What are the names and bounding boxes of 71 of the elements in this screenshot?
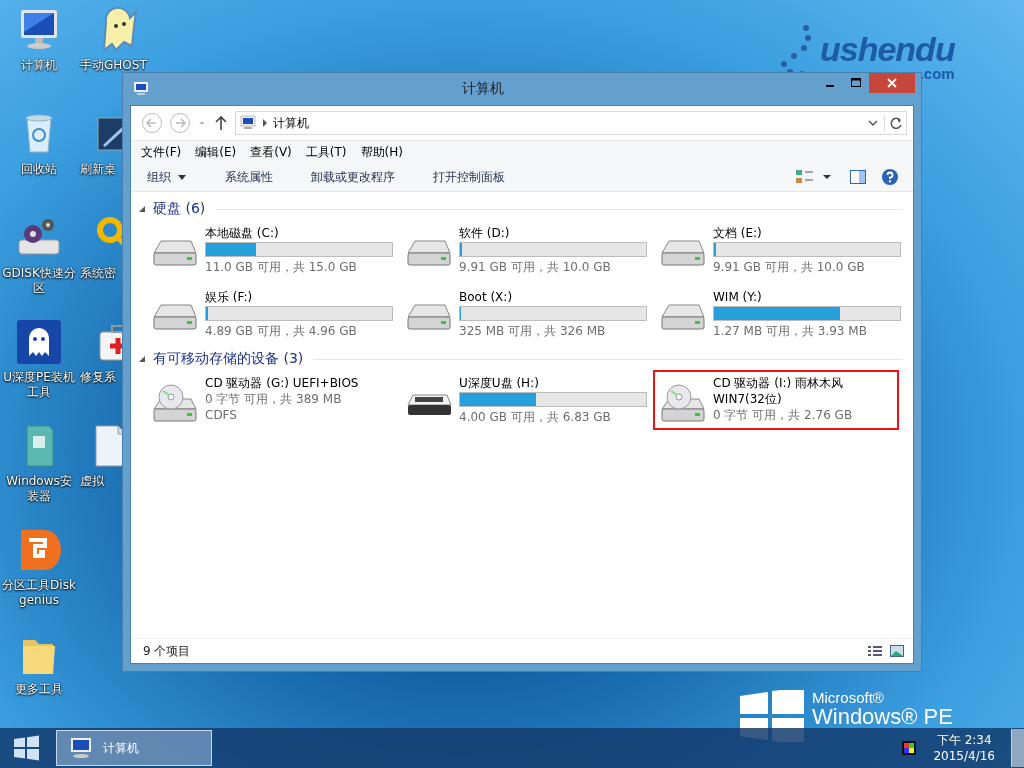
ghost-icon	[15, 318, 63, 366]
drive-name: 娱乐 (F:)	[205, 289, 254, 305]
collapse-triangle-icon[interactable]	[137, 204, 147, 214]
desktop-shortcut[interactable]: 分区工具Diskgenius	[0, 526, 78, 608]
drive-capacity: 0 字节 可用，共 389 MB	[205, 391, 343, 407]
desktop-shortcut[interactable]: 系统密	[78, 214, 122, 281]
section-header[interactable]: 硬盘 (6)	[153, 200, 206, 218]
drive-capacity: 1.27 MB 可用，共 3.93 MB	[713, 323, 868, 339]
optical-drive-icon	[151, 383, 199, 423]
desktop-shortcut[interactable]: Windows安装器	[0, 422, 78, 504]
drive-name: CD 驱动器 (I:) 雨林木风WIN7(32位)	[713, 375, 844, 407]
drive-name: Boot (X:)	[459, 289, 514, 305]
document-icon	[94, 422, 122, 470]
collapse-triangle-icon[interactable]	[137, 354, 147, 364]
vendor-text: Microsoft®	[812, 690, 885, 706]
file-system: CDFS	[205, 407, 238, 423]
color-palette-icon[interactable]	[901, 740, 918, 756]
taskbar-button[interactable]: 计算机	[56, 730, 212, 766]
drive-item[interactable]: U深度U盘 (H:) 4.00 GB 可用，共 6.83 GB	[399, 370, 653, 430]
drive-item[interactable]: 文档 (E:) 9.91 GB 可用，共 10.0 GB	[653, 220, 907, 280]
drive-capacity: 4.89 GB 可用，共 4.96 GB	[205, 323, 358, 339]
address-field[interactable]: 计算机	[235, 111, 907, 135]
address-path: 计算机	[273, 114, 309, 132]
drive-name: 软件 (D:)	[459, 225, 511, 241]
clock-time[interactable]: 下午 2:34	[936, 732, 992, 748]
menu-item[interactable]: 查看(V)	[250, 143, 292, 161]
drive-capacity: 325 MB 可用，共 326 MB	[459, 323, 607, 339]
drive-capacity: 0 字节 可用，共 2.76 GB	[713, 407, 854, 423]
desktop-shortcut[interactable]: 虚拟	[78, 422, 122, 489]
drive-capacity: 11.0 GB 可用，共 15.0 GB	[205, 259, 358, 275]
drive-item[interactable]: WIM (Y:) 1.27 MB 可用，共 3.93 MB	[653, 284, 907, 344]
drive-item[interactable]: 软件 (D:) 9.91 GB 可用，共 10.0 GB	[399, 220, 653, 280]
help-icon[interactable]	[881, 168, 899, 186]
desktop-shortcut[interactable]: U深度PE装机工具	[0, 318, 78, 400]
computer-icon	[133, 81, 149, 97]
drive-name: 文档 (E:)	[713, 225, 763, 241]
close-icon[interactable]	[869, 73, 915, 93]
brand-name: ushendu	[820, 32, 955, 66]
drive-item[interactable]: 娱乐 (F:) 4.89 GB 可用，共 4.96 GB	[145, 284, 399, 344]
toolbar-button[interactable]: 系统属性	[217, 166, 281, 188]
menu-item[interactable]: 编辑(E)	[195, 143, 237, 161]
section-header[interactable]: 有可移动存储的设备 (3)	[153, 350, 304, 368]
computer-icon	[239, 115, 257, 131]
preview-pane-icon[interactable]	[849, 168, 867, 186]
caret-icon	[177, 173, 187, 181]
drive-name: WIM (Y:)	[713, 289, 763, 305]
drive-name: CD 驱动器 (G:) UEFI+BIOS	[205, 375, 360, 391]
optical-drive-icon	[659, 383, 707, 423]
menu-item[interactable]: 工具(T)	[305, 143, 347, 161]
drive-capacity: 9.91 GB 可用，共 10.0 GB	[713, 259, 866, 275]
window-title: 计算机	[461, 80, 505, 98]
clock-date[interactable]: 2015/4/16	[933, 748, 995, 764]
toolbar-button[interactable]: 卸载或更改程序	[303, 166, 403, 188]
drive-item[interactable]: 本地磁盘 (C:) 11.0 GB 可用，共 15.0 GB	[145, 220, 399, 280]
details-view-icon[interactable]	[867, 644, 883, 658]
drive-capacity: 4.00 GB 可用，共 6.83 GB	[459, 409, 612, 425]
toolbar-button[interactable]: 打开控制面板	[425, 166, 513, 188]
menu-item[interactable]: 文件(F)	[141, 143, 182, 161]
drive-name: 本地磁盘 (C:)	[205, 225, 280, 241]
large-icons-view-icon[interactable]	[889, 644, 905, 658]
toolbar-button[interactable]: 组织	[139, 166, 195, 188]
drive-name: U深度U盘 (H:)	[459, 375, 540, 391]
desktop-shortcut[interactable]: GDISK快速分区	[0, 214, 78, 296]
product-name: Windows® PE	[812, 706, 953, 728]
drive-capacity: 9.91 GB 可用，共 10.0 GB	[459, 259, 612, 275]
menu-item[interactable]: 帮助(H)	[360, 143, 403, 161]
drive-item[interactable]: CD 驱动器 (G:) UEFI+BIOS 0 字节 可用，共 389 MB CDFS	[145, 370, 399, 430]
item-count: 9 个项目	[143, 642, 191, 660]
brand-domain: .com	[919, 66, 955, 82]
drive-item[interactable]: CD 驱动器 (I:) 雨林木风WIN7(32位) 0 字节 可用，共 2.76 GB	[653, 370, 899, 430]
drive-item[interactable]: Boot (X:) 325 MB 可用，共 326 MB	[399, 284, 653, 344]
